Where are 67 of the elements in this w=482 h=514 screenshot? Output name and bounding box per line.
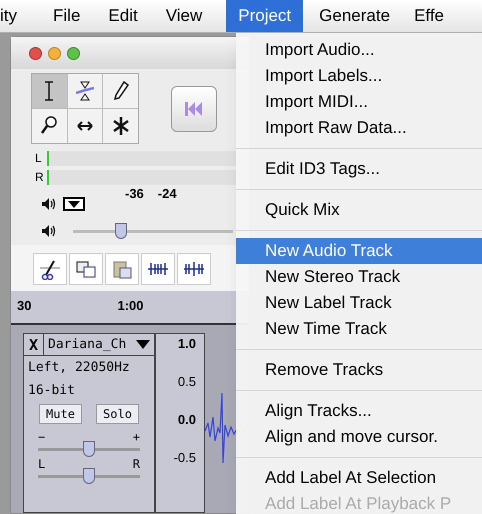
track-info-text: 16-bit [27,382,76,400]
trim-button[interactable] [141,253,175,285]
silence-button[interactable] [177,253,211,285]
zoom-tool-button[interactable] [32,109,67,143]
menu-title[interactable]: ity [0,0,39,32]
menu-title[interactable]: Effe [402,0,456,32]
track-name-menu[interactable]: Dariana_Ch [44,334,154,355]
menu-title[interactable]: Generate [307,0,402,32]
ruler-label: 30 [17,296,32,314]
menu-item[interactable]: Remove Tracks [236,357,482,383]
meter-tick-label: -24 [158,184,177,202]
minimize-window-button[interactable] [48,46,61,60]
menu-item[interactable]: Align Tracks... [236,398,482,424]
channel-label: R [35,169,45,186]
speaker-icon [41,197,57,211]
track-info-text: Left, 22050Hz [27,359,131,377]
slider-end-label: R [132,456,140,469]
envelope-tool-button[interactable] [68,74,102,108]
multi-tool-button[interactable] [103,109,138,143]
slider-end-label: + [132,429,140,442]
cut-icon [38,258,62,280]
menu-title[interactable]: Project [226,0,304,32]
volume-slider-thumb[interactable] [115,222,127,238]
amplitude-scale-label: -0.5 [174,449,196,467]
menu-item[interactable]: New Audio Track [236,238,482,264]
pencil-icon [112,80,130,102]
skip-to-start-icon [185,102,203,116]
menu-item[interactable]: Edit ID3 Tags... [236,156,482,182]
menu-item[interactable]: Import Raw Data... [236,115,482,141]
menu-item[interactable]: Import Labels... [236,63,482,89]
speaker-icon [41,224,57,238]
menu-item[interactable]: Add Label At Selection [236,465,482,491]
amplitude-scale-label: 0.0 [178,411,196,429]
zoom-window-button[interactable] [67,46,80,60]
channel-label: L [35,150,43,167]
menu-title[interactable]: File [39,0,94,32]
slider-end-label: L [38,456,46,469]
cut-button[interactable] [33,253,67,285]
multi-icon [112,115,130,137]
amplitude-scale-label: 0.5 [178,373,196,391]
slider-thumb[interactable] [83,441,95,457]
copy-button[interactable] [69,253,103,285]
menu-item[interactable]: New Stereo Track [236,264,482,290]
menu-title[interactable]: Edit [94,0,152,32]
paste-button[interactable] [105,253,139,285]
pencil-tool-button[interactable] [103,74,138,108]
menu-item[interactable]: Quick Mix [236,197,482,223]
ibeam-tool-button[interactable] [32,74,67,108]
timeshift-tool-button[interactable] [68,109,102,143]
menu-item[interactable]: Import MIDI... [236,89,482,115]
menu-title[interactable]: View [152,0,216,32]
meter-dropdown-button[interactable] [63,197,85,211]
track-toggle-button[interactable]: Mute [39,404,82,424]
menu-item[interactable]: Import Audio... [236,37,482,63]
ruler-label: 1:00 [117,296,144,314]
skip-to-start-button[interactable] [171,86,217,132]
slider-end-label: − [38,429,46,442]
close-window-button[interactable] [29,46,42,60]
envelope-icon [76,80,94,102]
dropdown-arrow-icon [68,200,80,208]
slider-thumb[interactable] [83,468,95,484]
menu-item[interactable]: Align and move cursor. [236,424,482,450]
amplitude-scale-label: 1.0 [178,335,196,353]
track-toggle-button[interactable]: Solo [96,404,139,424]
dropdown-arrow-icon [136,340,150,349]
close-track-button[interactable]: X [24,334,44,355]
meter-tick-label: -36 [125,184,144,202]
